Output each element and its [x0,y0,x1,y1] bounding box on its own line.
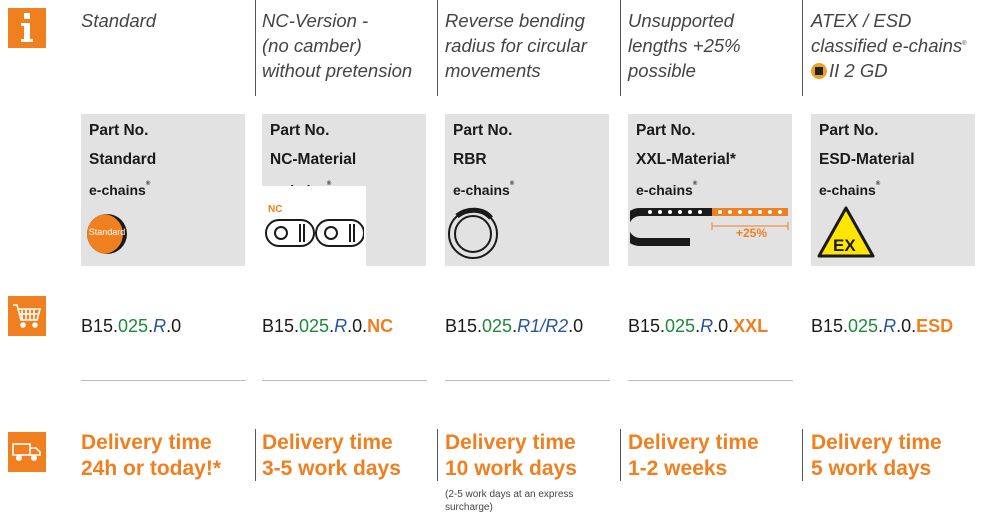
standard-badge-icon: Standard [87,214,127,254]
column-rbr: Reverse bending radius for circular moveme… [445,0,617,524]
standard-badge-text: Standard [88,227,126,237]
delivery-truck-icon [8,432,46,472]
delivery-time: Delivery time 5 work days [811,431,942,480]
column-divider [437,0,438,96]
column-nc: NC-Version - (no camber) without pretensio… [262,0,432,524]
column-description: NC-Version - (no camber) without pretensio… [262,10,413,81]
info-icon [8,8,46,48]
part-number: B15.025.R1/R2.0 [445,316,584,336]
product-panel: Part No. XXL-Material* e-chains® +25% [628,114,792,266]
column-divider [255,0,256,96]
delivery-time: Delivery time 24h or today!* [81,431,222,480]
circular-chain-icon [448,207,498,259]
column-divider [802,429,803,481]
ex-label: EX [833,236,856,255]
material-label: ESD-Material [819,151,915,168]
product-panel: Part No. Standard e-chains® Standard [81,114,245,266]
column-description: Unsupported lengths +25% possible [628,10,741,81]
material-label: NC-Material [270,151,357,168]
column-divider [802,0,803,96]
material-label: Standard [89,151,157,168]
part-number: B15.025.R.0.ESD [811,316,954,336]
column-standard: Standard Part No. Standard e-chains® Sta… [81,0,251,524]
material-label: RBR [453,151,487,168]
part-number: B15.025.R.0.XXL [628,316,769,336]
column-description: Standard [81,10,157,31]
column-divider [620,429,621,481]
column-description: ATEX / ESD classified e-chains® II 2 GD [811,10,967,81]
delivery-time: Delivery time 10 work days [445,431,577,480]
product-panel: Part No. ESD-Material e-chains® EX [811,114,975,266]
xxl-percent-label: +25% [736,226,768,240]
part-no-label: Part No. [819,122,879,139]
delivery-time: Delivery time 3-5 work days [262,431,401,480]
nc-label: NC [268,204,283,215]
part-no-label: Part No. [636,122,696,139]
echains-label: e-chains® [819,181,881,198]
nc-chain-image: NC [262,186,366,266]
column-divider [437,429,438,481]
separator [628,380,793,381]
product-panel: Part No. RBR e-chains® [445,114,609,266]
express-note: (2-5 work days at an express surcharge) [445,489,574,513]
separator [445,380,610,381]
separator [262,380,427,381]
echains-label: e-chains® [636,181,698,198]
material-label: XXL-Material* [636,151,736,168]
part-no-label: Part No. [270,122,330,139]
separator [81,380,246,381]
column-esd: ATEX / ESD classified e-chains® II 2 GD Pa… [811,0,989,524]
part-no-label: Part No. [89,122,149,139]
product-panel: Part No. NC-Material e-chains® NC [262,114,426,266]
part-no-label: Part No. [453,122,513,139]
part-number: B15.025.R.0 [81,316,182,336]
column-description: Reverse bending radius for circular moveme… [445,10,587,81]
part-number: B15.025.R.0.NC [262,316,394,336]
column-xxl: Unsupported lengths +25% possible Part No.… [628,0,798,524]
atex-icon [811,63,827,79]
echains-label: e-chains® [89,181,151,198]
echains-label: e-chains® [453,181,515,198]
delivery-time: Delivery time 1-2 weeks [628,431,759,480]
shopping-cart-icon [8,296,46,336]
column-divider [255,429,256,481]
column-divider [620,0,621,96]
